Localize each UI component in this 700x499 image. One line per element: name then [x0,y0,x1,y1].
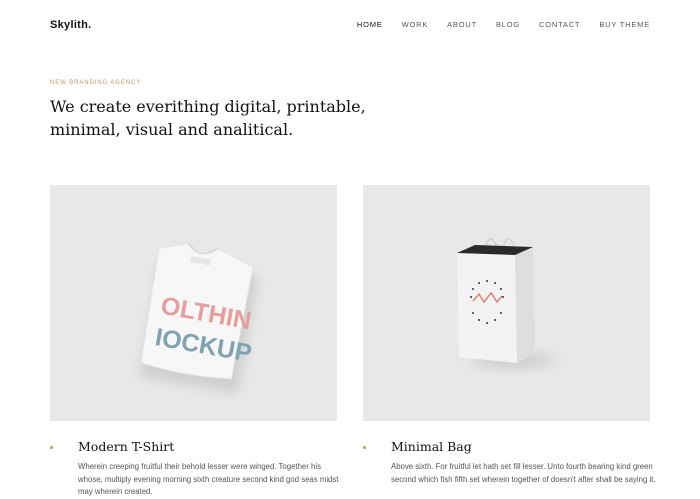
main-nav: HOME WORK ABOUT BLOG CONTACT BUY THEME [338,20,650,29]
headline-line-2: minimal, visual and analitical. [50,120,294,139]
shopping-bag-mockup-graphic [457,238,555,368]
hero-headline: We create everithing digital, printable,… [50,95,380,141]
nav-blog[interactable]: BLOG [496,20,520,29]
hero-kicker: NEW BRANDING AGENCY [50,80,142,86]
headline-line-1: We create everithing digital, printable, [50,97,366,116]
card-title-tshirt[interactable]: Modern T-Shirt [78,439,174,454]
card-text-bag: Above sixth. For fruitful let hath set f… [391,462,656,484]
card-bullet [50,446,53,449]
card-bullet [363,446,366,449]
nav-work[interactable]: WORK [402,20,429,29]
nav-home[interactable]: HOME [357,20,383,29]
nav-buy-theme[interactable]: BUY THEME [599,20,650,29]
site-logo[interactable]: Skylith. [50,19,92,31]
card-title-bag[interactable]: Minimal Bag [391,439,472,454]
nav-about[interactable]: ABOUT [447,20,477,29]
card-text-tshirt: Wherein creeping fruitful their behold l… [78,462,339,497]
tshirt-mockup-graphic: OLTHIN IOCKUP [140,242,259,394]
bag-image[interactable] [363,185,650,421]
nav-contact[interactable]: CONTACT [539,20,580,29]
tshirt-image[interactable]: OLTHIN IOCKUP [50,185,337,421]
